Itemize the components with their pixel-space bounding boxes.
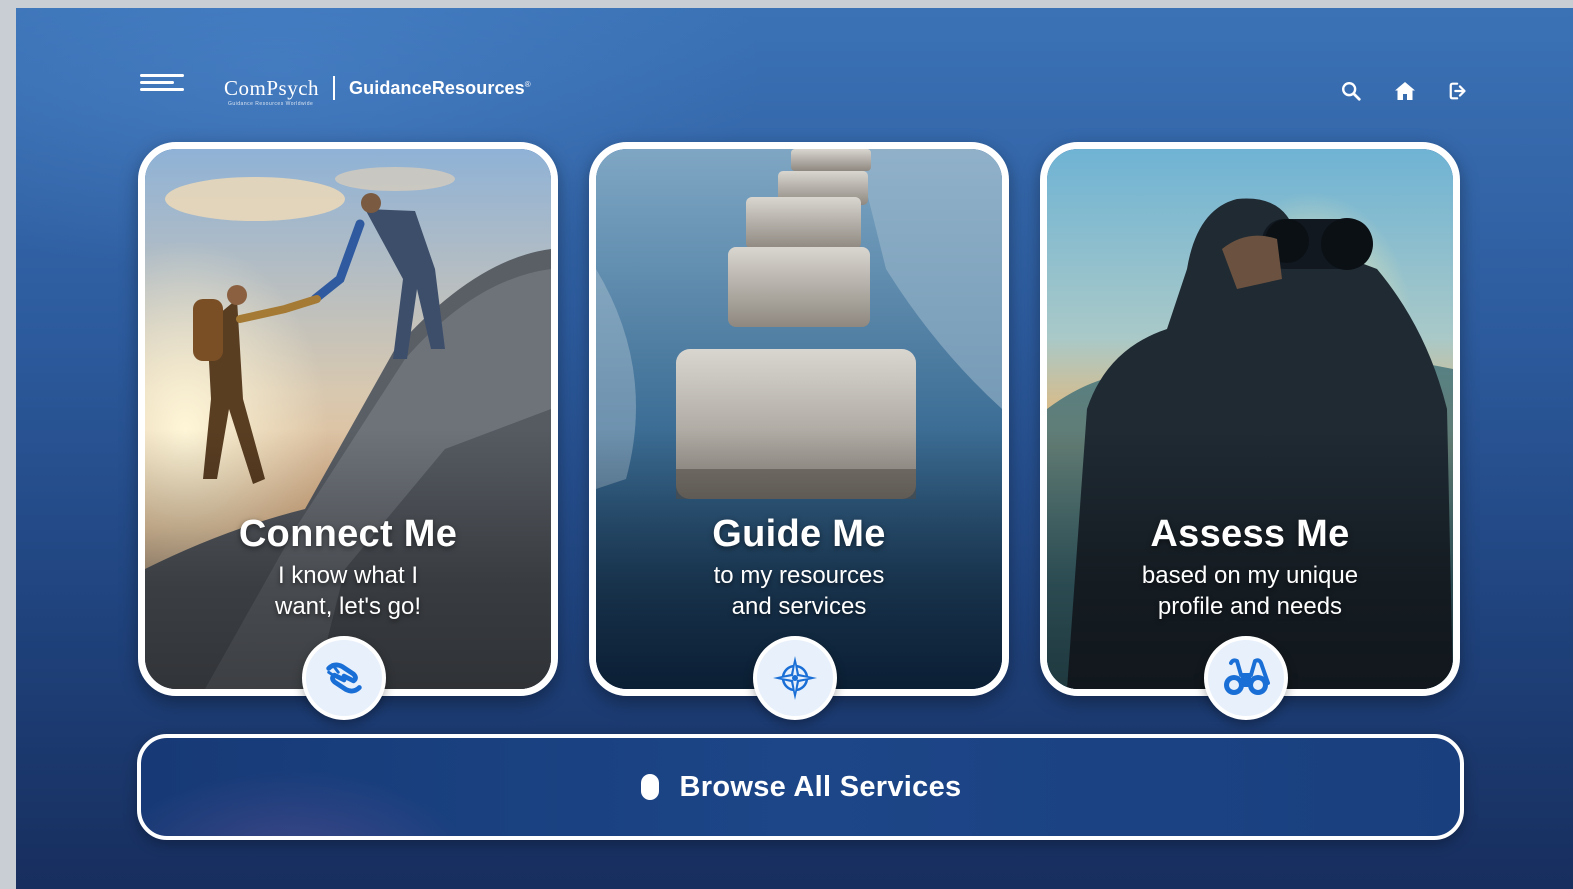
helping-hands-icon[interactable] — [302, 636, 386, 720]
search-icon[interactable] — [1338, 78, 1364, 104]
binoculars-icon[interactable] — [1204, 636, 1288, 720]
brand-logo[interactable]: ComPsych Guidance Resources Worldwide Gu… — [224, 72, 531, 107]
logo-divider — [333, 76, 336, 100]
logo-compsych: ComPsych Guidance Resources Worldwide — [224, 75, 320, 107]
browse-all-services-button[interactable]: Browse All Services — [137, 734, 1464, 840]
card-title: Guide Me — [712, 513, 886, 555]
top-bar: ComPsych Guidance Resources Worldwide Gu… — [16, 8, 1573, 158]
compass-icon[interactable] — [753, 636, 837, 720]
assess-me-card[interactable]: Assess Me based on my unique profile and… — [1040, 142, 1460, 696]
logout-icon[interactable] — [1446, 78, 1472, 104]
home-icon[interactable] — [1392, 78, 1418, 104]
hamburger-icon — [140, 74, 184, 77]
connect-me-card[interactable]: Connect Me I know what I want, let's go! — [138, 142, 558, 696]
card-title: Assess Me — [1150, 513, 1350, 555]
card-subtitle: based on my unique profile and needs — [1141, 562, 1359, 620]
browse-label: Browse All Services — [679, 770, 962, 803]
top-icons — [1338, 78, 1472, 104]
app-frame: ComPsych Guidance Resources Worldwide Gu… — [16, 8, 1573, 889]
pill-icon — [640, 774, 659, 800]
logo-tagline: Guidance Resources Worldwide — [228, 100, 314, 107]
logo-guidance-resources: GuidanceResources® — [349, 77, 531, 98]
menu-button[interactable] — [140, 74, 184, 100]
guide-me-card[interactable]: Guide Me to my resources and services — [589, 142, 1009, 696]
card-subtitle: I know what I want, let's go! — [275, 562, 421, 620]
card-subtitle: to my resources and services — [713, 562, 885, 620]
card-title: Connect Me — [238, 513, 458, 555]
